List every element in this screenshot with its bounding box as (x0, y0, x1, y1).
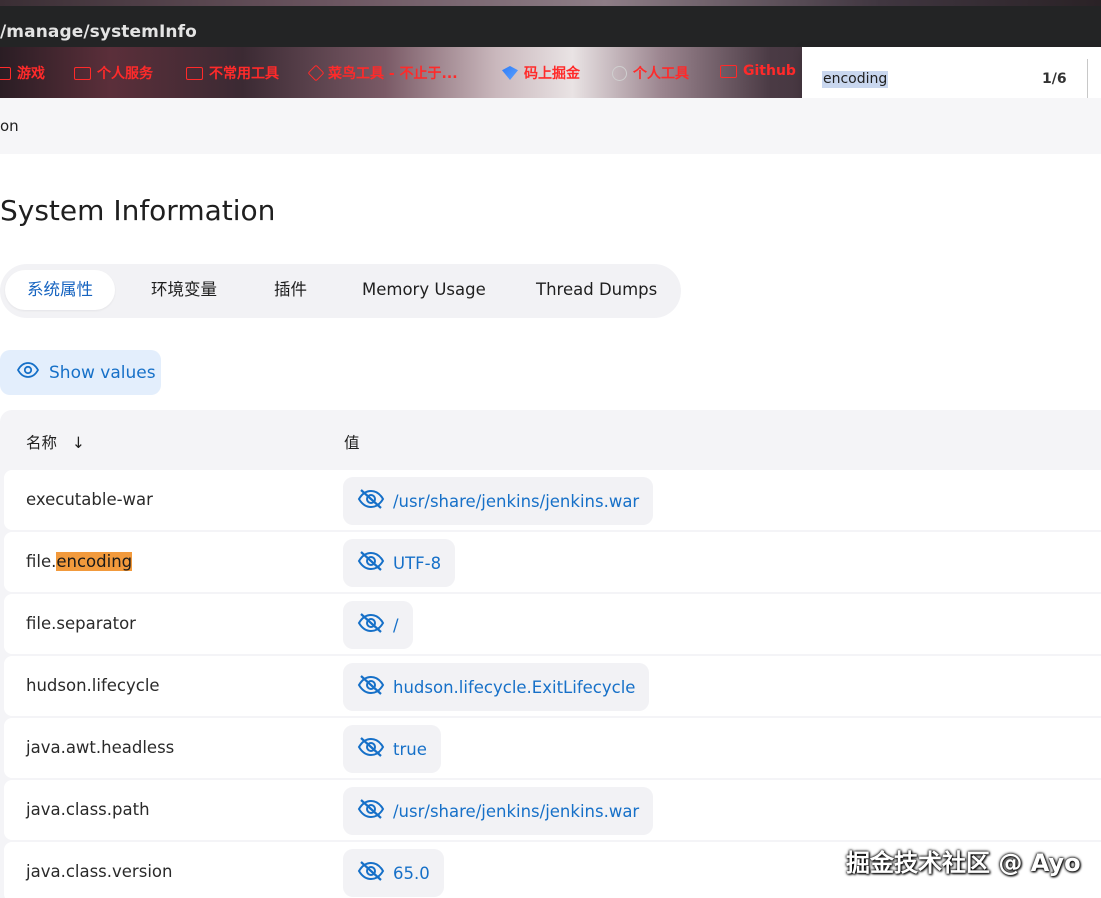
property-value-text: true (393, 739, 427, 759)
property-value-text: UTF-8 (393, 553, 442, 573)
table-row: java.class.path /usr/share/jenkins/jenki… (4, 780, 1101, 840)
cube-icon (307, 64, 325, 82)
column-header-value: 值 (344, 434, 360, 452)
property-value-text: /usr/share/jenkins/jenkins.war (393, 491, 640, 511)
bookmark-label: 不常用工具 (209, 66, 279, 82)
show-values-label: Show values (49, 362, 156, 383)
page-title: System Information (0, 194, 276, 227)
property-value-text: / (393, 615, 399, 635)
table-row: java.awt.headless true (4, 718, 1101, 778)
property-value[interactable]: hudson.lifecycle.ExitLifecycle (343, 663, 650, 711)
property-name-text: hudson.lifecycle (26, 676, 160, 695)
bookmark-personal-services[interactable]: 个人服务 (74, 63, 153, 83)
address-bar[interactable]: /manage/systemInfo (0, 6, 1101, 47)
breadcrumb: on (0, 98, 1101, 154)
eye-off-icon (357, 798, 385, 824)
property-name-text: file. (26, 552, 57, 571)
table-row: file.encoding UTF-8 (4, 532, 1101, 592)
bookmark-github[interactable]: Github (720, 63, 796, 79)
bookmark-juejin-code[interactable]: 码上掘金 (502, 63, 580, 83)
folder-icon (720, 64, 737, 78)
column-header-name[interactable]: 名称 ↓ (26, 431, 85, 453)
bookmark-label: 码上掘金 (524, 66, 580, 82)
table-row: file.separator / (4, 594, 1101, 654)
property-name-text: file.separator (26, 614, 136, 633)
folder-icon (186, 66, 203, 80)
bookmark-label: 个人服务 (97, 66, 153, 82)
property-value-text: 65.0 (393, 863, 430, 883)
table-row: executable-war /usr/share/jenkins/jenkin… (4, 470, 1101, 530)
property-name-text: java.class.version (26, 862, 173, 881)
property-value[interactable]: /usr/share/jenkins/jenkins.war (343, 477, 654, 525)
bookmark-rare-tools[interactable]: 不常用工具 (186, 63, 279, 83)
eye-off-icon (357, 674, 385, 700)
search-highlight: encoding (56, 552, 133, 571)
table-row: hudson.lifecycle hudson.lifecycle.ExitLi… (4, 656, 1101, 716)
property-name: java.class.path (26, 800, 150, 819)
property-name-text: executable-war (26, 490, 153, 509)
property-value[interactable]: 65.0 (343, 849, 444, 897)
watermark: 掘金技术社区 @ Ayo (846, 849, 1081, 877)
url-text[interactable]: /manage/systemInfo (0, 22, 197, 42)
eye-off-icon (357, 860, 385, 886)
folder-icon (0, 66, 11, 80)
eye-off-icon (357, 550, 385, 576)
tab-bar: 系统属性 环境变量 插件 Memory Usage Thread Dumps (0, 264, 681, 318)
find-input[interactable]: encoding (822, 71, 889, 88)
tab-system-properties[interactable]: 系统属性 (5, 270, 115, 310)
globe-icon (612, 65, 627, 81)
table-header: 名称 ↓ 值 (0, 410, 1101, 470)
find-match-count: 1/6 (1042, 71, 1067, 87)
property-value[interactable]: /usr/share/jenkins/jenkins.war (343, 787, 654, 835)
sort-arrow-icon: ↓ (71, 434, 85, 452)
bookmark-label: 个人工具 (633, 66, 689, 82)
eye-off-icon (357, 488, 385, 514)
bookmark-label: Github (743, 63, 796, 79)
property-name: java.awt.headless (26, 738, 174, 757)
breadcrumb-item[interactable]: on (0, 117, 19, 135)
bookmark-games[interactable]: 游戏 (0, 63, 45, 83)
bookmark-label: 菜鸟工具 - 不止于... (328, 66, 458, 82)
property-name: hudson.lifecycle (26, 676, 160, 695)
property-name-text: java.class.path (26, 800, 150, 819)
find-divider (1087, 59, 1088, 99)
column-header-name-label: 名称 (26, 434, 58, 452)
tab-plugins[interactable]: 插件 (252, 270, 329, 310)
property-value[interactable]: true (343, 725, 441, 773)
eye-off-icon (357, 612, 385, 638)
bookmark-label: 游戏 (17, 66, 45, 82)
property-value[interactable]: / (343, 601, 413, 649)
property-name-text: java.awt.headless (26, 738, 175, 757)
tab-memory-usage[interactable]: Memory Usage (340, 270, 508, 310)
property-name: java.class.version (26, 862, 172, 881)
bookmark-personal-tools[interactable]: 个人工具 (612, 63, 689, 83)
eye-off-icon (357, 736, 385, 762)
property-value-text: hudson.lifecycle.ExitLifecycle (393, 677, 636, 697)
eye-icon (16, 362, 40, 383)
folder-icon (74, 66, 91, 80)
property-value[interactable]: UTF-8 (343, 539, 456, 587)
show-values-button[interactable]: Show values (0, 350, 161, 395)
juejin-icon (502, 66, 518, 80)
system-properties-table: 名称 ↓ 值 executable-war /usr/share/jenkins… (0, 410, 1101, 898)
bookmark-runoob-tools[interactable]: 菜鸟工具 - 不止于... (307, 63, 458, 83)
tab-thread-dumps[interactable]: Thread Dumps (514, 270, 679, 310)
tab-environment-variables[interactable]: 环境变量 (129, 270, 239, 310)
property-name: file.separator (26, 614, 136, 633)
property-value-text: /usr/share/jenkins/jenkins.war (393, 801, 640, 821)
property-name: file.encoding (26, 552, 133, 571)
property-name: executable-war (26, 490, 153, 509)
